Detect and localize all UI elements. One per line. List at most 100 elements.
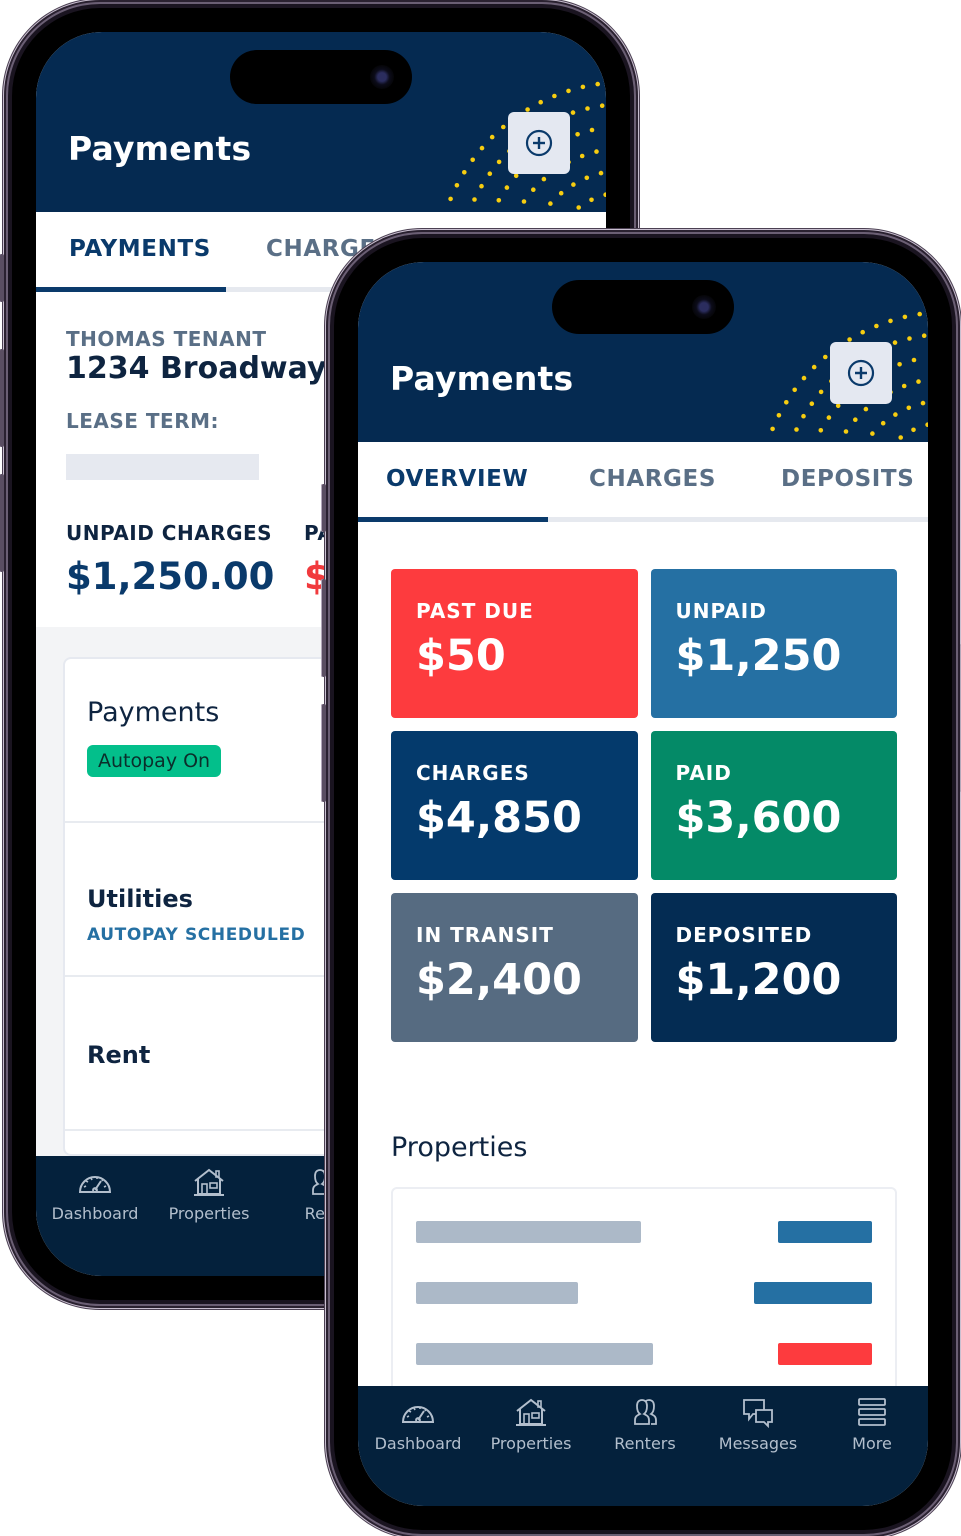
decorative-dot bbox=[925, 422, 928, 427]
decorative-dot bbox=[576, 205, 581, 210]
property-name-placeholder bbox=[416, 1221, 641, 1243]
properties-section-title: Properties bbox=[391, 1132, 528, 1163]
add-payment-button[interactable] bbox=[508, 112, 570, 174]
summary-tile-in-transit[interactable]: IN TRANSIT $2,400 bbox=[391, 893, 638, 1042]
decorative-dot bbox=[920, 400, 926, 406]
decorative-dot bbox=[575, 132, 580, 137]
decorative-dot bbox=[496, 159, 502, 165]
decorative-dot bbox=[595, 81, 600, 87]
decorative-dot bbox=[513, 173, 519, 179]
nav-label: More bbox=[852, 1434, 892, 1453]
renters-icon bbox=[627, 1396, 663, 1428]
action-button bbox=[0, 254, 4, 302]
tab-deposits[interactable]: DEPOSITS bbox=[781, 466, 914, 492]
list-item-status: AUTOPAY SCHEDULED bbox=[87, 925, 306, 945]
page-title: Payments bbox=[68, 129, 252, 168]
decorative-dot bbox=[531, 187, 536, 192]
nav-dashboard[interactable]: Dashboard bbox=[361, 1396, 475, 1454]
decorative-dot bbox=[594, 149, 599, 154]
active-tab-indicator bbox=[358, 517, 548, 522]
tile-label: PAST DUE bbox=[416, 599, 534, 623]
summary-tile-charges[interactable]: CHARGES $4,850 bbox=[391, 731, 638, 880]
nav-label: Dashboard bbox=[51, 1204, 139, 1223]
decorative-dot bbox=[571, 182, 576, 187]
tile-label: CHARGES bbox=[416, 761, 530, 785]
tile-label: IN TRANSIT bbox=[416, 923, 554, 947]
nav-label: Properties bbox=[168, 1204, 250, 1223]
decorative-dot bbox=[893, 412, 898, 417]
decorative-dot bbox=[901, 383, 907, 389]
decorative-dot bbox=[888, 318, 893, 324]
tile-label: DEPOSITED bbox=[675, 923, 813, 947]
decorative-dot bbox=[603, 192, 606, 197]
decorative-dot bbox=[826, 415, 832, 420]
summary-tile-deposited[interactable]: DEPOSITED $1,200 bbox=[650, 893, 897, 1042]
decorative-dot bbox=[454, 183, 460, 188]
decorative-dot bbox=[892, 340, 898, 345]
overview-content: PAST DUE $50 UNPAID $1,250 CHARGES $4,850 PAID… bbox=[358, 527, 928, 1400]
property-row[interactable] bbox=[393, 1333, 895, 1375]
decorative-dot bbox=[566, 88, 571, 94]
decorative-dot bbox=[811, 364, 817, 370]
decorative-dot bbox=[487, 171, 493, 176]
nav-renters[interactable]: Renters bbox=[588, 1396, 702, 1454]
volume-down-button bbox=[0, 474, 4, 572]
decorative-dot bbox=[917, 311, 922, 317]
volume-down-button bbox=[321, 704, 326, 802]
add-payment-button[interactable] bbox=[830, 342, 892, 404]
unpaid-charges-amount: $1,250.00 bbox=[66, 555, 275, 598]
decorative-dot bbox=[541, 176, 547, 182]
nav-label: Dashboard bbox=[374, 1434, 462, 1453]
decorative-dot bbox=[479, 145, 485, 151]
nav-more[interactable]: More bbox=[815, 1396, 928, 1454]
decorative-dot bbox=[552, 93, 557, 99]
decorative-dot bbox=[863, 406, 869, 412]
house-icon bbox=[513, 1396, 549, 1428]
tenant-address: 1234 Broadway S bbox=[66, 351, 359, 386]
lease-term-placeholder bbox=[66, 454, 259, 480]
decorative-dot bbox=[794, 427, 799, 432]
decorative-dot bbox=[579, 153, 585, 159]
decorative-dot bbox=[462, 170, 467, 175]
tab-overview[interactable]: OVERVIEW bbox=[386, 466, 528, 492]
nav-label: Properties bbox=[490, 1434, 572, 1453]
tile-value: $4,850 bbox=[416, 793, 582, 843]
summary-tile-past-due[interactable]: PAST DUE $50 bbox=[391, 569, 638, 718]
volume-up-button bbox=[321, 579, 326, 677]
decorative-dot bbox=[521, 199, 527, 204]
decorative-dot bbox=[584, 175, 590, 181]
property-status-placeholder bbox=[754, 1282, 872, 1304]
decorative-dot bbox=[580, 84, 586, 90]
list-item-title: Utilities bbox=[87, 885, 193, 913]
bottom-nav: Dashboard Properties Renters Messages Mo… bbox=[358, 1386, 928, 1506]
tenant-name: THOMAS TENANT bbox=[66, 327, 267, 351]
property-row[interactable] bbox=[393, 1211, 895, 1253]
decorative-dot bbox=[504, 185, 510, 190]
property-name-placeholder bbox=[416, 1282, 578, 1304]
tile-value: $3,600 bbox=[675, 793, 842, 843]
tile-value: $1,250 bbox=[675, 631, 842, 681]
summary-tile-paid[interactable]: PAID $3,600 bbox=[650, 731, 897, 880]
decorative-dot bbox=[598, 170, 604, 176]
decorative-dot bbox=[589, 127, 595, 133]
tile-label: PAID bbox=[675, 761, 732, 785]
nav-dashboard[interactable]: Dashboard bbox=[38, 1166, 152, 1224]
decorative-dot bbox=[898, 435, 903, 440]
decorative-dot bbox=[489, 134, 495, 140]
nav-messages[interactable]: Messages bbox=[701, 1396, 815, 1454]
decorative-dot bbox=[570, 110, 576, 115]
summary-tile-unpaid[interactable]: UNPAID $1,250 bbox=[650, 569, 897, 718]
tab-payments[interactable]: PAYMENTS bbox=[69, 236, 211, 262]
nav-properties[interactable]: Properties bbox=[152, 1166, 266, 1224]
decorative-dot bbox=[599, 103, 605, 108]
nav-properties[interactable]: Properties bbox=[474, 1396, 588, 1454]
decorative-dot bbox=[448, 196, 453, 202]
decorative-dot bbox=[776, 413, 782, 418]
house-icon bbox=[191, 1166, 227, 1198]
tab-charges[interactable]: CHARGES bbox=[589, 466, 716, 492]
property-row[interactable] bbox=[393, 1272, 895, 1314]
tile-value: $1,200 bbox=[675, 955, 842, 1005]
decorative-dot bbox=[801, 413, 806, 419]
decorative-dot bbox=[907, 336, 912, 341]
properties-card bbox=[391, 1187, 897, 1400]
